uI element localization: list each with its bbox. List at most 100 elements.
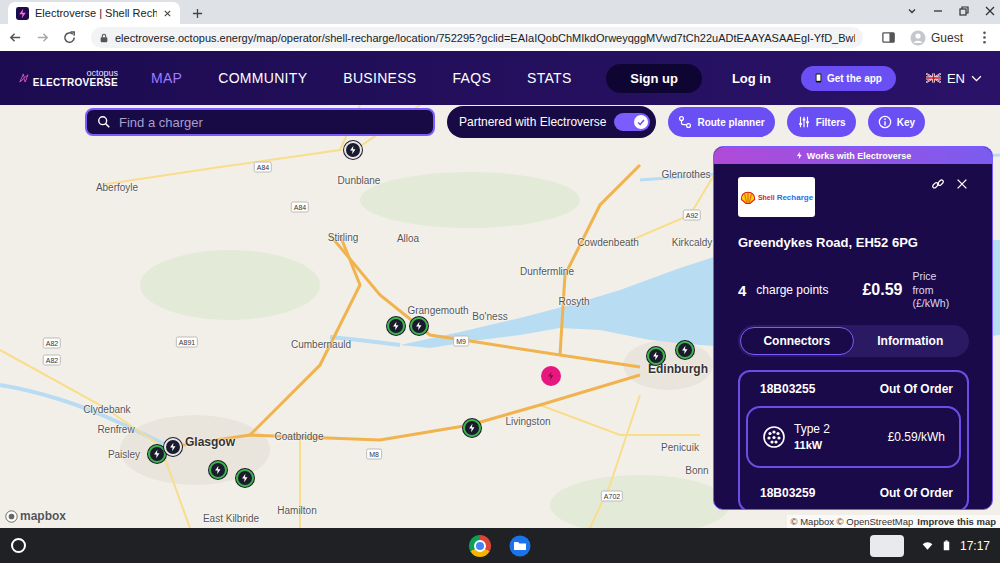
bolt-icon [348,145,358,155]
chrome-app-icon[interactable] [469,535,491,557]
close-window-icon[interactable] [984,5,996,17]
charger-search[interactable]: Find a charger [85,108,435,136]
logo-electroverse: ELECTROVERSE [33,78,118,88]
map-tool-label: Key [897,117,915,128]
place-label: Clydebank [83,404,130,415]
bolt-icon [414,321,424,331]
charger-pin[interactable] [344,141,362,159]
place-label: Cumbernauld [291,339,351,350]
copy-link-icon[interactable] [931,177,945,191]
search-icon [97,115,111,129]
close-tab-icon[interactable] [163,9,172,18]
map-tool-button[interactable]: Route planner [668,107,774,137]
lock-icon[interactable] [99,33,109,43]
charger-pin[interactable] [236,469,254,487]
minimize-icon[interactable] [932,5,944,17]
panel-tab[interactable]: Information [854,327,968,355]
charger-pin[interactable] [209,461,227,479]
map-toolbar: Find a charger Partnered with Electrover… [85,106,925,138]
restore-icon[interactable] [958,5,970,17]
road-shield: A92 [683,210,701,221]
get-the-app-button[interactable]: Get the app [801,66,896,91]
connector-status: Out Of Order [880,486,953,500]
charger-pin[interactable] [463,419,481,437]
charger-pin[interactable] [541,366,561,386]
files-app-icon[interactable] [509,535,531,557]
nav-item[interactable]: FAQS [452,70,491,86]
panel-tab[interactable]: Connectors [740,327,854,355]
connector-item[interactable]: 18B03255 Out Of Order Type 2 11kW £0.59/… [746,378,961,468]
language-selector[interactable]: EN [926,71,982,86]
phone-icon [815,73,822,83]
bolt-icon [467,423,477,433]
forward-arrow-icon[interactable] [33,30,52,45]
improve-map-link[interactable]: Improve this map [917,516,996,527]
close-icon[interactable] [955,177,969,191]
sign-up-button[interactable]: Sign up [606,64,702,93]
connector-id: 18B03259 [760,486,815,500]
back-arrow-icon[interactable] [6,30,25,45]
wifi-icon[interactable] [922,540,933,551]
log-in-link[interactable]: Log in [732,71,771,86]
charger-pin[interactable] [647,347,665,365]
profile-button[interactable]: Guest [906,30,967,46]
map[interactable]: AberfoyleDunblaneGlenrothesStirlingAlloa… [0,105,1000,528]
operator-logo: Shell Recharge [738,177,815,217]
place-label: Livingston [505,416,550,427]
url-text: electroverse.octopus.energy/map/operator… [115,32,855,44]
chevron-down-icon [971,75,982,82]
charger-pin[interactable] [387,317,405,335]
connector-power: 11kW [794,438,830,452]
connector-price: £0.59/kWh [888,430,945,444]
place-label: Glenrothes [662,169,711,180]
browser-tab[interactable]: Electroverse | Shell Recharge Ch [8,2,180,24]
road-shield: M9 [453,336,469,347]
connector-id: 18B03255 [760,382,815,396]
connector-item[interactable]: 18B03259 Out Of Order [746,482,961,500]
holding-space-thumbnail[interactable] [870,535,904,557]
tab-strip: Electroverse | Shell Recharge Ch [0,0,1000,24]
bolt-icon [213,465,223,475]
nav-item[interactable]: MAP [151,70,182,86]
address-bar[interactable]: electroverse.octopus.energy/map/operator… [91,27,863,48]
place-label: Glasgow [185,435,235,449]
map-tool-button[interactable]: Key [868,107,925,137]
reload-icon[interactable] [60,30,79,45]
check-icon [636,117,646,127]
mapbox-logo[interactable]: mapbox [5,509,66,523]
nav-item[interactable]: STATS [527,70,572,86]
new-tab-icon[interactable] [192,8,203,19]
menu-kebab-icon[interactable] [975,30,994,45]
attribution-credits[interactable]: © Mapbox © OpenStreetMap [791,516,914,527]
partner-toggle[interactable]: Partnered with Electroverse [447,106,656,138]
tab-search-icon[interactable] [906,5,918,17]
battery-icon[interactable] [941,540,952,551]
toggle-switch[interactable] [614,113,650,131]
bolt-icon [795,151,804,160]
bolt-icon [651,351,661,361]
electroverse-logo[interactable]: octopus ELECTROVERSE [18,66,118,90]
browser-toolbar: electroverse.octopus.energy/map/operator… [0,24,1000,51]
operator-product: Recharge [777,193,813,202]
road-shield: A82 [43,355,61,366]
place-label: Stirling [328,232,359,243]
connector-card: Type 2 11kW £0.59/kWh [746,406,961,468]
connector-status: Out Of Order [880,382,953,396]
site-header: octopus ELECTROVERSE MAP COMMUNITY BUSINES… [0,51,1000,105]
nav-item[interactable]: BUSINESS [343,70,416,86]
charger-pin[interactable] [164,438,182,456]
side-panel-icon[interactable] [879,30,898,45]
place-label: Kirkcaldy [672,237,713,248]
place-label: Bonn [685,465,708,476]
operator-brand: Shell [758,194,775,201]
main-nav: MAP COMMUNITY BUSINESS FAQS STATS [151,70,572,86]
clock[interactable]: 17:17 [960,539,990,553]
nav-item[interactable]: COMMUNITY [218,70,307,86]
launcher-icon[interactable] [11,538,26,553]
map-tool-button[interactable]: Filters [787,107,856,137]
place-label: Dunblane [338,175,381,186]
charger-pin[interactable] [410,317,428,335]
electroverse-mark-icon [18,66,30,90]
mapbox-mark-icon [5,510,18,523]
charger-pin[interactable] [676,341,694,359]
